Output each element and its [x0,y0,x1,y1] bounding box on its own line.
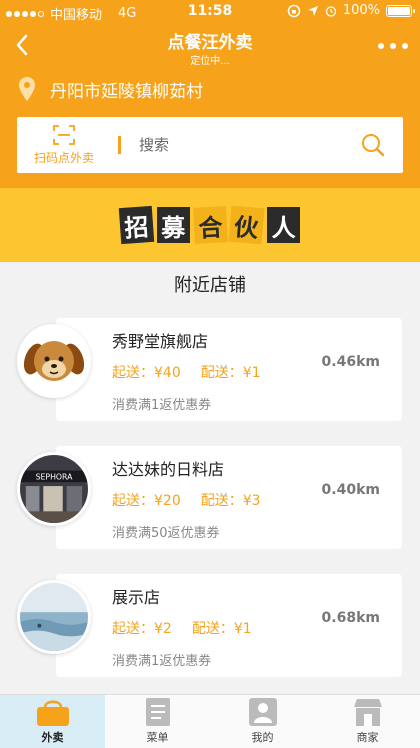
store-promo: 消费满1返优惠券 [112,398,212,413]
tab-label: 商家 [356,731,379,744]
min-order: 起送：¥40 [112,365,181,381]
section-title: 附近店铺 [0,262,420,310]
tab-merchant[interactable]: 商家 [315,695,420,748]
store-distance: 0.40km [321,482,380,498]
lock-rotation-icon [287,4,301,17]
banner-char: 招 [118,205,155,245]
min-order: 起送：¥20 [112,493,181,509]
scan-order-button[interactable]: 扫码点外卖 [17,117,111,173]
delivery-fee: 配送：¥1 [200,365,261,381]
store-fees: 起送：¥20 配送：¥3 [112,490,261,510]
location-arrow-icon [307,5,318,16]
tab-menu[interactable]: 菜单 [105,695,210,748]
alarm-icon [325,5,336,17]
tab-label: 我的 [251,731,274,744]
tab-mine[interactable]: 我的 [210,695,315,748]
more-dot-icon [390,43,396,49]
banner-char: 人 [267,207,300,243]
header-area: 中国移动 4G 11:58 100% 点餐汪外卖 定位中... 丹阳市延陵镇柳茹… [0,0,420,188]
search-input[interactable] [139,131,359,159]
search-button[interactable] [359,131,387,159]
basket-icon [36,700,69,726]
store-name: 展示店 [112,588,161,607]
svg-text:SEPHORA: SEPHORA [36,472,74,481]
ocean-photo-icon [20,583,88,651]
battery-label: 100% [342,3,380,18]
store-name: 达达妹的日料店 [112,460,225,479]
map-pin-icon [19,77,35,101]
store-item[interactable]: 秀野堂旗舰店 起送：¥40 配送：¥1 消费满1返优惠券 0.46km [0,318,420,430]
min-order: 起送：¥2 [112,621,172,637]
delivery-fee: 配送：¥1 [191,621,252,637]
store-logo [17,324,91,398]
store-promo: 消费满50返优惠券 [112,526,220,541]
tab-label: 菜单 [146,731,169,744]
store-fees: 起送：¥2 配送：¥1 [112,618,252,638]
more-dot-icon [402,43,408,49]
store-logo: SEPHORA [17,452,91,526]
search-box: 扫码点外卖 [17,117,403,173]
dog-logo-icon [23,341,85,381]
search-icon [362,134,385,157]
tab-label: 外卖 [41,731,64,744]
recruit-banner[interactable]: 招 募 合 伙 人 [0,188,420,262]
delivery-fee: 配送：¥3 [200,493,261,509]
location-row[interactable]: 丹阳市延陵镇柳茹村 [18,74,203,104]
location-text: 丹阳市延陵镇柳茹村 [50,81,203,102]
banner-char: 合 [192,206,228,244]
store-fees: 起送：¥40 配送：¥1 [112,362,261,382]
divider [118,136,121,154]
menu-doc-icon [145,698,170,726]
more-dot-icon [378,43,384,49]
scan-order-label: 扫码点外卖 [33,150,94,165]
tab-takeout[interactable]: 外卖 [0,695,105,748]
store-promo: 消费满1返优惠券 [112,654,212,669]
banner-char: 募 [156,207,190,243]
store-distance: 0.68km [321,610,380,626]
shop-icon [353,699,382,726]
more-button[interactable] [378,34,408,58]
tab-bar: 外卖 菜单 我的 商家 [0,694,420,748]
store-name: 秀野堂旗舰店 [112,332,209,351]
scan-icon [53,124,75,145]
page-title: 点餐汪外卖 [167,33,253,53]
banner-char: 伙 [228,205,265,245]
battery-icon [386,4,415,17]
location-status: 定位中... [190,56,230,67]
nav-bar: 点餐汪外卖 定位中... [0,24,420,68]
store-logo [17,580,91,654]
store-item[interactable]: 展示店 起送：¥2 配送：¥1 消费满1返优惠券 0.68km [0,574,420,686]
store-item[interactable]: SEPHORA 达达妹的日料店 起送：¥20 配送：¥3 消费满50返优惠券 0… [0,446,420,558]
user-icon [248,698,277,726]
store-distance: 0.46km [321,354,380,370]
status-bar: 中国移动 4G 11:58 100% [0,0,420,23]
storefront-photo-icon: SEPHORA [20,455,88,523]
